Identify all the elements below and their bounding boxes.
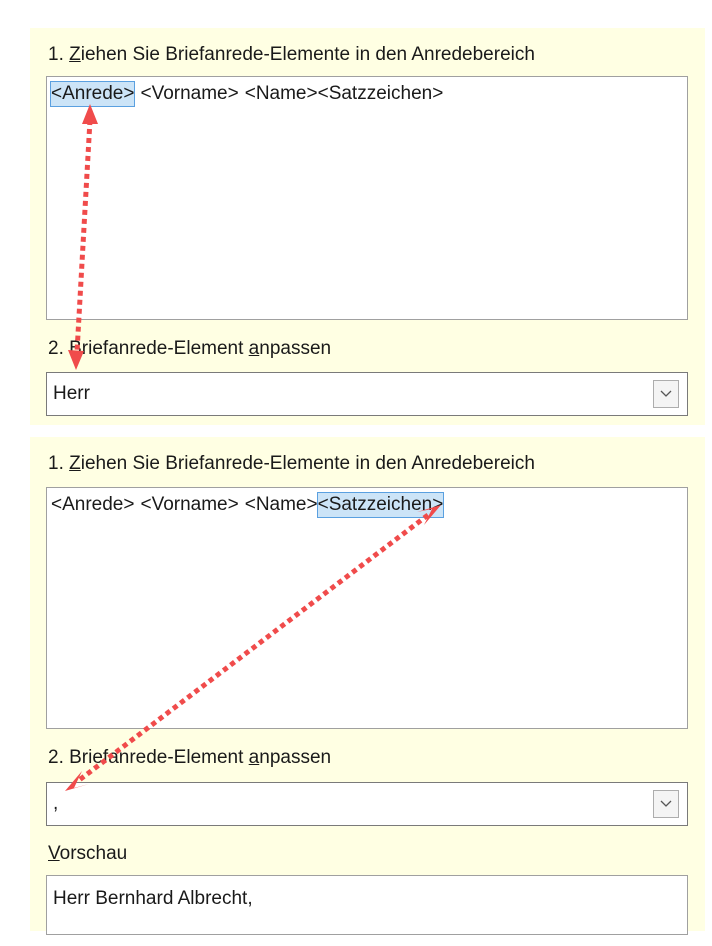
token-satzzeichen[interactable]: <Satzzeichen> <box>318 82 444 106</box>
salutation-element-dropdown[interactable]: , <box>46 782 688 826</box>
preview-text: Herr Bernhard Albrecht, <box>53 888 253 909</box>
step1-label: 1. Ziehen Sie Briefanrede-Elemente in de… <box>48 453 535 474</box>
token-vorname[interactable]: <Vorname> <box>140 82 238 106</box>
chevron-down-icon[interactable] <box>653 380 679 408</box>
token-name[interactable]: <Name> <box>245 82 318 106</box>
chevron-down-icon[interactable] <box>653 790 679 818</box>
dropdown-value: Herr <box>53 383 90 404</box>
preview-box: Herr Bernhard Albrecht, <box>46 875 688 935</box>
token-anrede[interactable]: <Anrede> <box>49 81 136 107</box>
salutation-elements-area[interactable]: <Anrede> <Vorname> <Name><Satzzeichen> <box>46 487 688 729</box>
dropdown-value: , <box>53 793 59 814</box>
step2-label: 2. Briefanrede-Element anpassen <box>48 338 332 359</box>
token-vorname[interactable]: <Vorname> <box>140 493 238 517</box>
preview-label: Vorschau <box>48 843 128 864</box>
token-row: <Anrede> <Vorname> <Name><Satzzeichen> <box>49 81 444 107</box>
salutation-panel-top: 1. Ziehen Sie Briefanrede-Elemente in de… <box>30 28 705 425</box>
salutation-element-dropdown[interactable]: Herr <box>46 372 688 416</box>
salutation-elements-area[interactable]: <Anrede> <Vorname> <Name><Satzzeichen> <box>46 76 688 320</box>
step1-label: 1. Ziehen Sie Briefanrede-Elemente in de… <box>48 44 535 65</box>
token-satzzeichen[interactable]: <Satzzeichen> <box>316 492 445 518</box>
token-anrede[interactable]: <Anrede> <box>51 493 134 517</box>
step2-label: 2. Briefanrede-Element anpassen <box>48 747 332 768</box>
token-row: <Anrede> <Vorname> <Name><Satzzeichen> <box>51 492 445 518</box>
salutation-panel-bottom: 1. Ziehen Sie Briefanrede-Elemente in de… <box>30 437 705 935</box>
token-name[interactable]: <Name> <box>245 493 318 517</box>
